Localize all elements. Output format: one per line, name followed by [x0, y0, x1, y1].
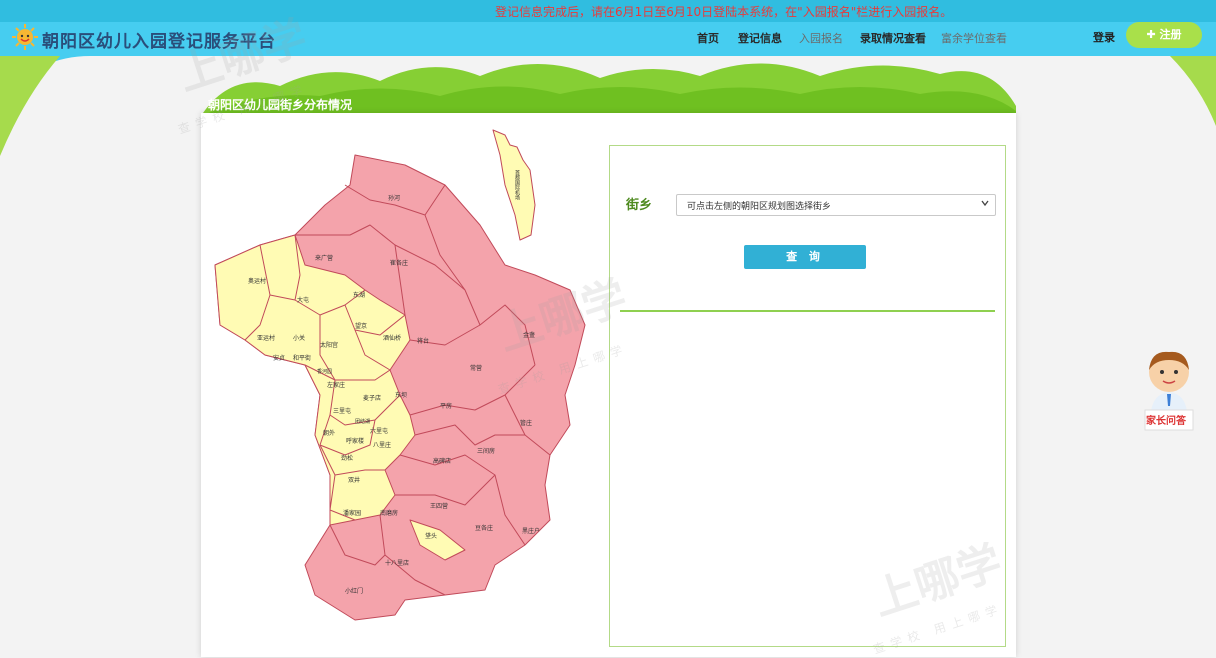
- map-label-liulitun: 六里屯: [370, 427, 388, 435]
- query-button[interactable]: 查 询: [744, 245, 866, 269]
- map-label-heizhuanghu: 黑庄户: [522, 527, 540, 535]
- nav-home[interactable]: 首页: [697, 30, 719, 46]
- map-label-sanlitun: 三里屯: [333, 407, 351, 415]
- map-label-yayuncun: 亚运村: [257, 334, 275, 342]
- nav-enrollment[interactable]: 入园报名: [799, 30, 843, 46]
- map-label-nanmofang: 南磨房: [380, 509, 398, 517]
- nav-registration-info[interactable]: 登记信息: [738, 30, 782, 46]
- sun-logo-icon: [12, 24, 38, 50]
- map-label-sanjianfang: 三间房: [477, 447, 495, 455]
- map-label-dongba: 东坝: [395, 391, 407, 399]
- map-label-tuanjiehu: 团结湖: [355, 418, 370, 425]
- map-label-xiaohongmen: 小红门: [345, 587, 363, 595]
- map-label-jinsong: 劲松: [341, 454, 353, 462]
- map-label-maizidian: 麦子店: [363, 394, 381, 402]
- nav-vacancies[interactable]: 富余学位查看: [941, 30, 1007, 46]
- street-search-form: 街乡 可点击左侧的朝阳区规划图选择街乡 查 询: [609, 145, 1006, 647]
- site-title: 朝阳区幼儿入园登记服务平台: [42, 32, 276, 52]
- notice-bar: 登记信息完成后，请在6月1日至6月10日登陆本系统，在"入园报名"栏进行入园报名…: [0, 0, 1216, 22]
- nav-admission-results[interactable]: 录取情况查看: [860, 30, 926, 46]
- map-label-xiaoguan: 小关: [293, 334, 305, 342]
- map-label-balizhuang: 八里庄: [373, 441, 391, 449]
- notice-text: 登记信息完成后，请在6月1日至6月10日登陆本系统，在"入园报名"栏进行入园报名…: [495, 5, 953, 19]
- panel-title: 朝阳区幼儿园街乡分布情况: [208, 98, 353, 112]
- map-label-sunhe: 孙河: [388, 194, 400, 202]
- register-label: 注册: [1159, 28, 1182, 41]
- map-label-zuojiazhuang: 左家庄: [327, 381, 345, 389]
- login-link[interactable]: 登录: [1093, 29, 1115, 45]
- map-label-chaowai: 朝外: [323, 429, 335, 437]
- map-label-jiuxianqiao: 酒仙桥: [383, 334, 401, 342]
- district-map[interactable]: 孙河 首都国际机场 崔各庄 来广营 东湖 望京 奥运村 大屯 亚运村 小关 太阳…: [205, 125, 605, 625]
- map-label-anzhen: 安贞: [273, 354, 285, 362]
- street-select[interactable]: 可点击左侧的朝阳区规划图选择街乡: [676, 194, 996, 216]
- map-label-xiangheyuan: 香河园: [317, 368, 332, 375]
- faq-label[interactable]: 家长问答: [1146, 412, 1186, 427]
- map-label-dougezhuang: 豆各庄: [475, 524, 493, 532]
- map-label-shibalidian: 十八里店: [385, 559, 409, 567]
- map-label-panjiayuan: 潘家园: [343, 509, 361, 517]
- map-label-shuangjing: 双井: [348, 476, 360, 484]
- map-label-fatou: 垡头: [425, 532, 437, 540]
- map-label-wangsiying: 王四营: [430, 502, 448, 510]
- map-label-changying: 常营: [470, 364, 482, 372]
- map-label-jinzhan: 金盏: [523, 331, 535, 339]
- street-label: 街乡: [626, 198, 653, 213]
- register-button[interactable]: ✚ 注册: [1126, 22, 1202, 48]
- header: 朝阳区幼儿入园登记服务平台 首页 登记信息 入园报名 录取情况查看 富余学位查看…: [0, 22, 1216, 56]
- map-label-hujialou: 呼家楼: [346, 437, 364, 445]
- map-label-pingfang: 平房: [440, 402, 452, 410]
- map-label-wangjing: 望京: [355, 322, 367, 330]
- map-label-taiyanggong: 太阳宫: [320, 341, 338, 349]
- map-label-donghu: 东湖: [353, 291, 365, 299]
- map-label-jiangtai: 将台: [417, 337, 429, 345]
- map-label-hepingjie: 和平街: [293, 354, 311, 362]
- map-label-laiguangying: 来广营: [315, 254, 333, 262]
- map-label-aoyuncun: 奥运村: [248, 277, 266, 285]
- divider: [620, 310, 995, 312]
- map-label-cuigezhuang: 崔各庄: [390, 259, 408, 267]
- add-user-icon: ✚: [1146, 28, 1156, 41]
- map-label-airport: 首都国际机场: [514, 169, 520, 201]
- map-label-guanzhuang: 管庄: [520, 419, 532, 427]
- map-label-gaobeidian: 高碑店: [433, 457, 451, 465]
- chevron-down-icon: [981, 200, 989, 207]
- map-label-datun: 大屯: [297, 296, 309, 304]
- street-select-value: 可点击左侧的朝阳区规划图选择街乡: [687, 202, 832, 212]
